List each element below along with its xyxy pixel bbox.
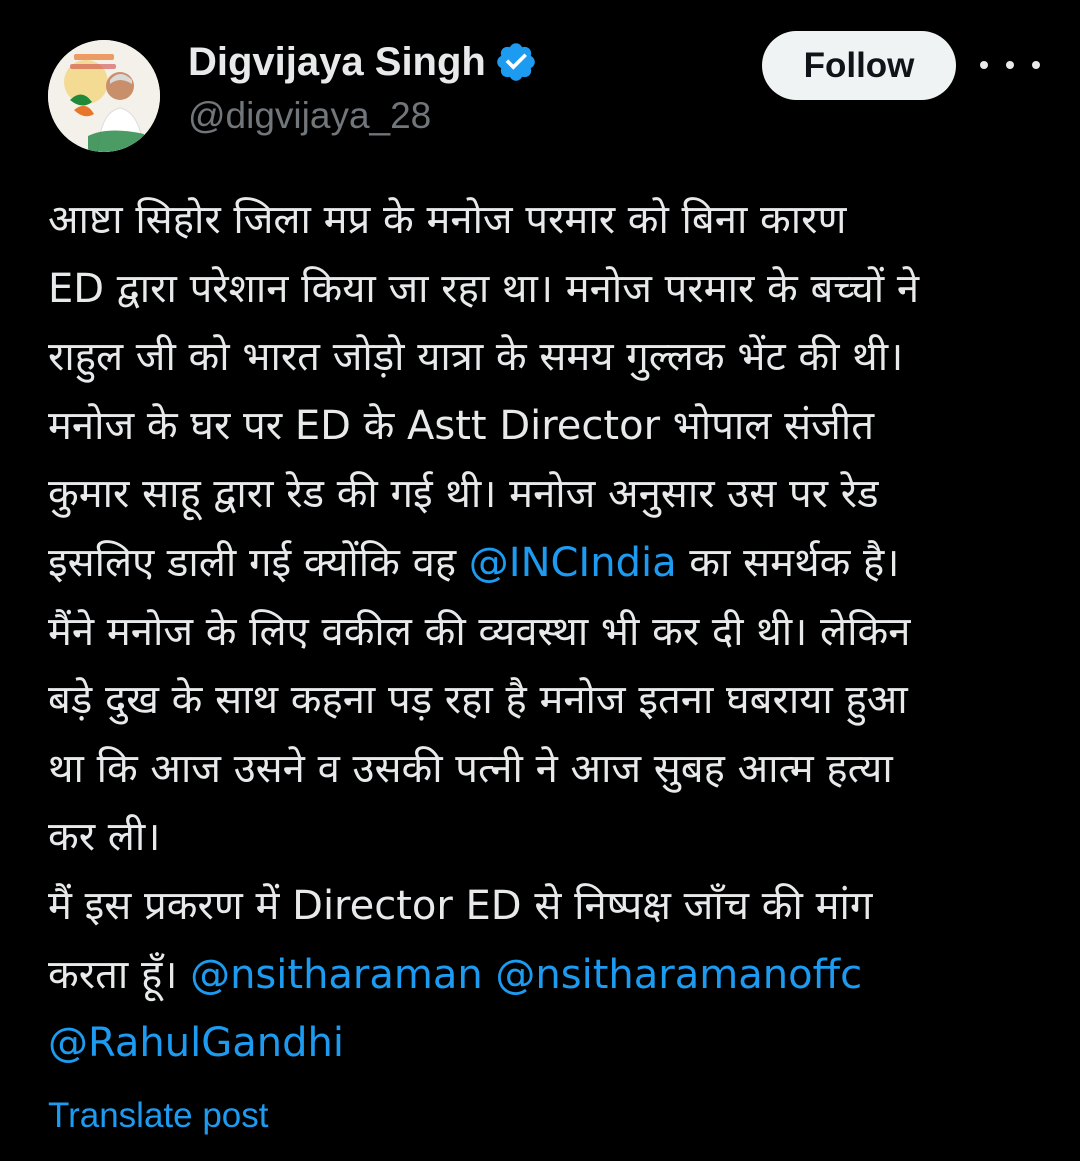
post-text: करता हूँ।	[48, 951, 191, 998]
post-line: इसलिए डाली गई क्योंकि वह @INCIndia का सम…	[48, 529, 1048, 598]
author-display-name[interactable]: Digvijaya Singh	[188, 38, 486, 86]
post-text: था कि आज उसने व उसकी पत्नी ने आज सुबह आत…	[48, 745, 893, 792]
post-text: का समर्थक है।	[676, 539, 900, 586]
mention-link-rahulgandhi[interactable]: @RahulGandhi	[48, 1020, 344, 1066]
post-text: मनोज के घर पर ED के Astt Director भोपाल …	[48, 402, 875, 449]
mention-link-incindia[interactable]: @INCIndia	[469, 540, 677, 586]
mention-link-nsitharaman[interactable]: @nsitharaman @nsitharamanoffc	[190, 952, 862, 998]
post-line: ED द्वारा परेशान किया जा रहा था। मनोज पर…	[48, 255, 1048, 324]
post-line: मैं इस प्रकरण में Director ED से निष्पक्…	[48, 872, 1048, 941]
post-text: आष्टा सिहोर जिला मप्र के मनोज परमार को ब…	[48, 197, 847, 243]
post-line: राहुल जी को भारत जोड़ो यात्रा के समय गुल…	[48, 323, 1048, 392]
post-line: था कि आज उसने व उसकी पत्नी ने आज सुबह आत…	[48, 735, 1048, 804]
post-line: करता हूँ। @nsitharaman @nsitharamanoffc	[48, 941, 1048, 1010]
post-text: कुमार साहू द्वारा रेड की गई थी। मनोज अनु…	[48, 471, 879, 518]
post-text: इसलिए डाली गई क्योंकि वह	[48, 539, 469, 586]
post-card: Digvijaya Singh @digvijaya_28 Follow आष्…	[0, 0, 1080, 1161]
avatar-image	[48, 40, 160, 152]
post-body: आष्टा सिहोर जिला मप्र के मनोज परमार को ब…	[48, 186, 1048, 1078]
follow-button[interactable]: Follow	[762, 31, 956, 100]
more-dot	[1006, 61, 1014, 69]
post-text: ED द्वारा परेशान किया जा रहा था। मनोज पर…	[48, 265, 920, 312]
author-handle[interactable]: @digvijaya_28	[188, 93, 431, 139]
post-line: कर ली।	[48, 803, 1048, 872]
post-text: बड़े दुख के साथ कहना पड़ रहा है मनोज इतन…	[48, 677, 908, 724]
verified-badge-icon	[497, 43, 535, 81]
more-dot	[1032, 61, 1040, 69]
post-line: @RahulGandhi	[48, 1009, 1048, 1078]
post-line: कुमार साहू द्वारा रेड की गई थी। मनोज अनु…	[48, 460, 1048, 529]
post-text: मैं इस प्रकरण में Director ED से निष्पक्…	[48, 882, 873, 929]
post-text: मैंने मनोज के लिए वकील की व्यवस्था भी कर…	[48, 608, 911, 655]
more-dot	[980, 61, 988, 69]
more-options-icon[interactable]	[980, 50, 1040, 80]
post-line: मनोज के घर पर ED के Astt Director भोपाल …	[48, 392, 1048, 461]
post-line: आष्टा सिहोर जिला मप्र के मनोज परमार को ब…	[48, 186, 1048, 255]
post-line: मैंने मनोज के लिए वकील की व्यवस्था भी कर…	[48, 598, 1048, 667]
profile-avatar[interactable]	[48, 40, 160, 152]
post-text: राहुल जी को भारत जोड़ो यात्रा के समय गुल…	[48, 334, 904, 381]
author-name-row: Digvijaya Singh	[188, 38, 538, 86]
translate-post-link[interactable]: Translate post	[48, 1093, 268, 1139]
post-text: कर ली।	[48, 814, 161, 861]
post-line: बड़े दुख के साथ कहना पड़ रहा है मनोज इतन…	[48, 666, 1048, 735]
